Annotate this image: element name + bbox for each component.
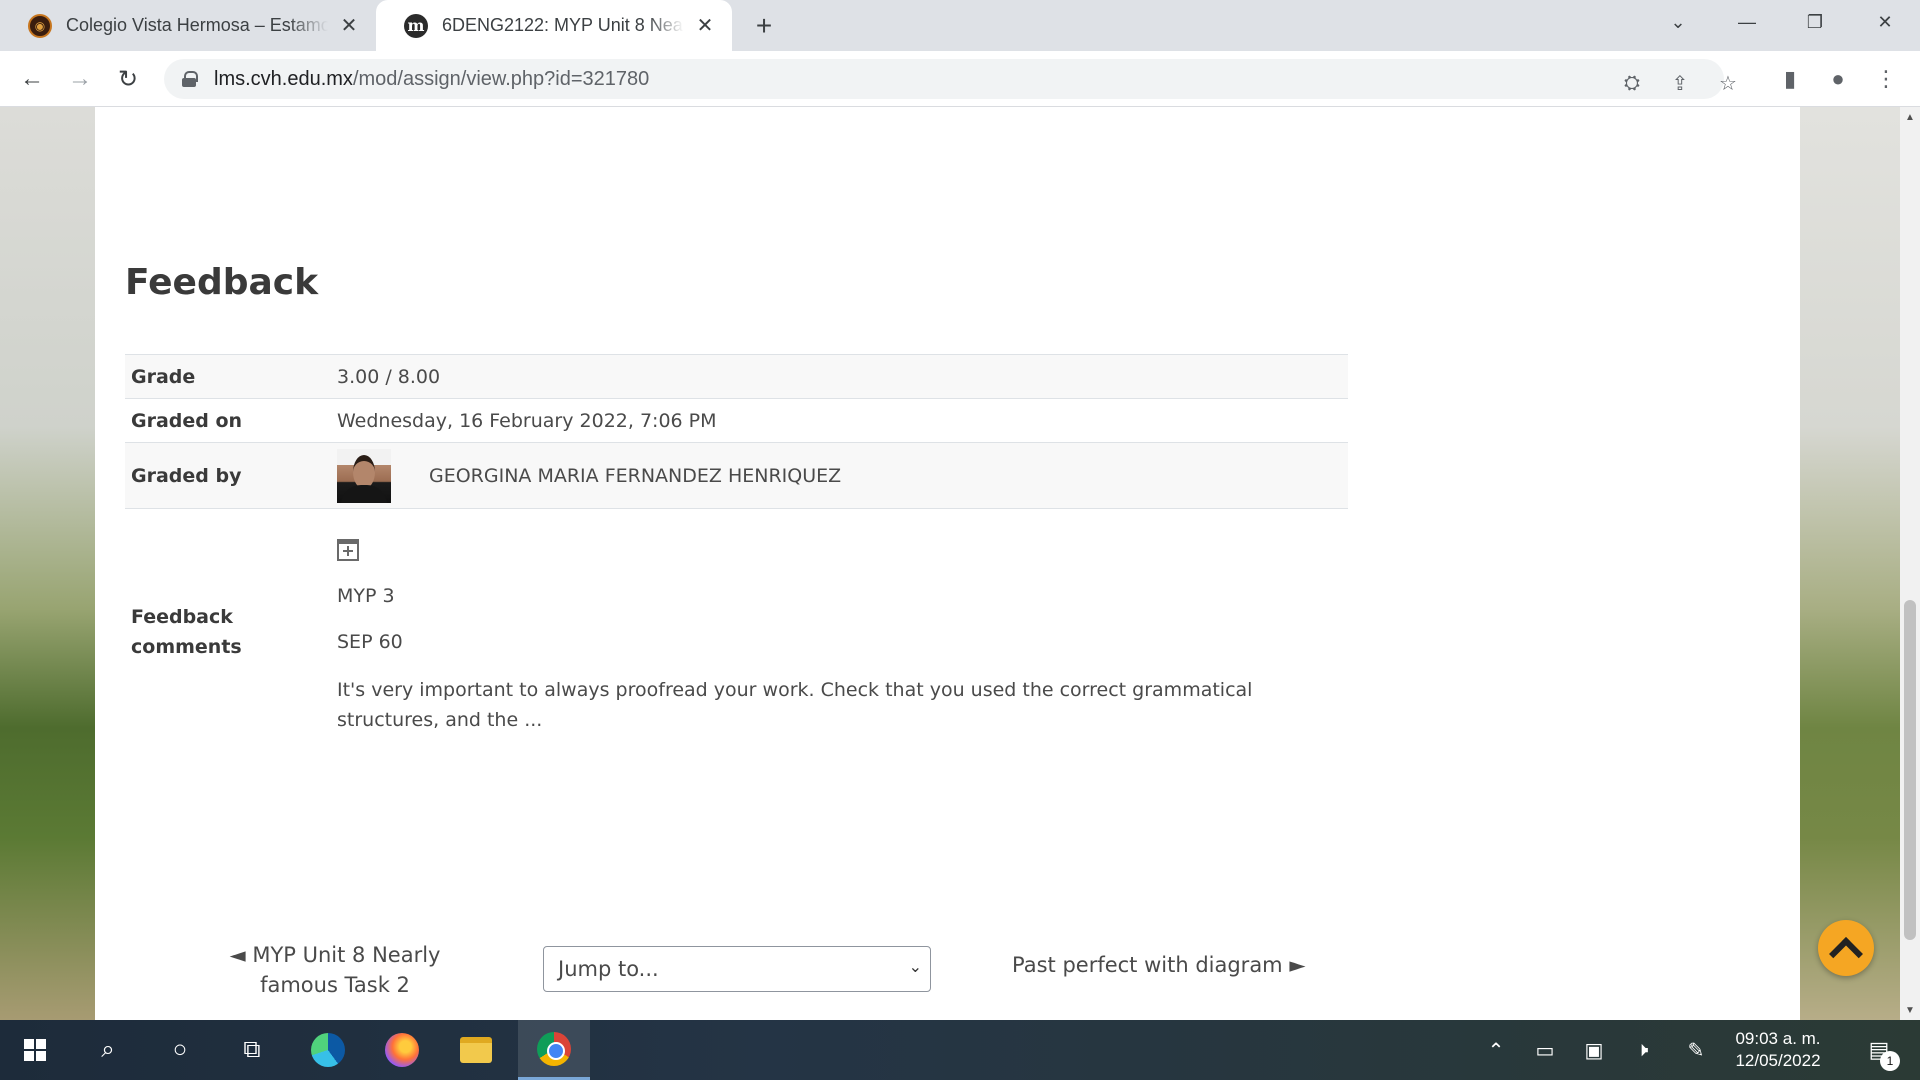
forward-arrow-icon[interactable]: → <box>62 61 98 97</box>
cvh-favicon-icon: ◉ <box>28 13 52 38</box>
url-path: /mod/assign/view.php?id=321780 <box>352 67 650 90</box>
chevron-down-icon: ⌄ <box>908 957 922 976</box>
table-row-grade: Grade 3.00 / 8.00 <box>125 354 1348 399</box>
table-row-graded-on: Graded on Wednesday, 16 February 2022, 7… <box>125 398 1348 443</box>
share-icon[interactable]: ⇪ <box>1664 67 1696 99</box>
moodle-favicon-icon: m <box>404 13 428 38</box>
background-image-right <box>1800 107 1900 1020</box>
edge-app-icon[interactable] <box>298 1020 358 1080</box>
chevron-up-icon <box>1829 937 1863 971</box>
clock-time: 09:03 a. m. <box>1735 1029 1821 1048</box>
tab-title: 6DENG2122: MYP Unit 8 Nearly famous <box>442 15 684 35</box>
previous-activity-link[interactable]: ◄ MYP Unit 8 Nearly famous Task 2 <box>195 940 475 1000</box>
meet-now-icon[interactable]: ▭ <box>1527 1020 1563 1080</box>
action-center-icon[interactable]: ▤ 1 <box>1854 1020 1904 1080</box>
translate-icon[interactable]: ⛭ <box>1616 67 1648 99</box>
tab-title: Colegio Vista Hermosa – Estamos <box>66 15 328 35</box>
chrome-app-icon[interactable] <box>518 1020 590 1080</box>
windows-logo-icon <box>24 1039 46 1061</box>
cortana-icon[interactable]: ○ <box>150 1020 210 1080</box>
tab-myp-unit-8[interactable]: m 6DENG2122: MYP Unit 8 Nearly famous ✕ <box>376 0 732 51</box>
search-icon[interactable]: ⌕ <box>78 1020 138 1080</box>
new-tab-button[interactable]: + <box>748 10 780 42</box>
tab-colegio-vista-hermosa[interactable]: ◉ Colegio Vista Hermosa – Estamos ✕ <box>0 0 376 51</box>
tab-search-chevron-icon[interactable]: ⌄ <box>1651 0 1705 44</box>
page-scrollbar[interactable]: ▲ ▼ <box>1900 107 1920 1020</box>
comment-line-1: MYP 3 <box>337 585 395 607</box>
page-viewport: Feedback Grade 3.00 / 8.00 Graded on Wed… <box>0 107 1900 1020</box>
graded-on-value: Wednesday, 16 February 2022, 7:06 PM <box>331 398 1348 443</box>
scroll-thumb[interactable] <box>1904 600 1916 940</box>
windows-taskbar: ⌕ ○ ⧉ ⌃ ▭ ▣ 🕨 ✎ 09:03 a. m. 12/05/2022 ▤… <box>0 1020 1920 1080</box>
grader-name: GEORGINA MARIA FERNANDEZ HENRIQUEZ <box>429 464 842 487</box>
clock-date: 12/05/2022 <box>1735 1051 1821 1070</box>
graded-by-label: Graded by <box>125 442 331 509</box>
close-window-button[interactable]: ✕ <box>1858 0 1912 44</box>
comment-paragraph: It's very important to always proofread … <box>337 679 1253 731</box>
network-icon[interactable]: ▣ <box>1576 1020 1612 1080</box>
restore-button[interactable]: ❐ <box>1788 0 1842 44</box>
volume-muted-icon[interactable]: 🕨 <box>1624 1020 1660 1080</box>
back-to-top-button[interactable] <box>1818 920 1874 976</box>
back-arrow-icon[interactable]: ← <box>14 61 50 97</box>
start-button[interactable] <box>5 1020 65 1080</box>
bookmark-star-icon[interactable]: ☆ <box>1712 67 1744 99</box>
url-host: lms.cvh.edu.mx <box>214 67 353 90</box>
taskbar-clock[interactable]: 09:03 a. m. 12/05/2022 <box>1724 1028 1832 1072</box>
feedback-comments-label: Feedback comments <box>125 508 331 755</box>
table-row-feedback-comments: Feedback comments MYP 3 SEP 60 It's very… <box>125 508 1348 755</box>
graded-on-label: Graded on <box>125 398 331 443</box>
grade-label: Grade <box>125 354 331 399</box>
next-activity-link[interactable]: Past perfect with diagram ► <box>1012 953 1305 977</box>
lock-icon[interactable] <box>182 71 198 87</box>
scroll-down-arrow-icon[interactable]: ▼ <box>1900 1000 1920 1020</box>
show-hidden-icons-chevron-icon[interactable]: ⌃ <box>1478 1020 1514 1080</box>
feedback-heading: Feedback <box>125 262 319 303</box>
pen-workspace-icon[interactable]: ✎ <box>1678 1020 1714 1080</box>
browser-tab-strip: ◉ Colegio Vista Hermosa – Estamos ✕ m 6D… <box>0 0 1920 51</box>
table-row-graded-by: Graded by GEORGINA MARIA FERNANDEZ HENRI… <box>125 442 1348 509</box>
jump-to-placeholder: Jump to... <box>558 957 659 981</box>
jump-to-select[interactable]: Jump to... ⌄ <box>543 946 931 992</box>
firefox-app-icon[interactable] <box>372 1020 432 1080</box>
notification-badge: 1 <box>1880 1051 1900 1071</box>
page-content: Feedback Grade 3.00 / 8.00 Graded on Wed… <box>95 107 1800 1020</box>
close-tab-icon[interactable]: ✕ <box>692 13 718 39</box>
side-panel-icon[interactable]: ▮ <box>1772 61 1808 97</box>
kebab-menu-icon[interactable]: ⋮ <box>1868 61 1904 97</box>
grader-avatar[interactable] <box>337 448 391 503</box>
minimize-button[interactable]: — <box>1720 0 1774 44</box>
profile-avatar-icon[interactable]: ● <box>1820 61 1856 97</box>
address-bar[interactable]: lms.cvh.edu.mx/mod/assign/view.php?id=32… <box>164 59 1737 99</box>
grade-value: 3.00 / 8.00 <box>331 354 1348 399</box>
background-image-left <box>0 107 95 1020</box>
file-explorer-icon[interactable] <box>446 1020 506 1080</box>
feedback-table: Grade 3.00 / 8.00 Graded on Wednesday, 1… <box>125 354 1348 755</box>
close-tab-icon[interactable]: ✕ <box>336 13 362 39</box>
reload-icon[interactable]: ↻ <box>110 61 146 97</box>
browser-toolbar: ← → ↻ lms.cvh.edu.mx/mod/assign/view.php… <box>0 51 1920 107</box>
task-view-icon[interactable]: ⧉ <box>222 1020 282 1080</box>
feedback-comments-cell: MYP 3 SEP 60 It's very important to alwa… <box>331 508 1348 755</box>
expand-comment-icon[interactable] <box>337 539 359 561</box>
scroll-up-arrow-icon[interactable]: ▲ <box>1900 107 1920 127</box>
graded-by-cell: GEORGINA MARIA FERNANDEZ HENRIQUEZ <box>331 442 1348 509</box>
comment-line-2: SEP 60 <box>337 631 403 653</box>
